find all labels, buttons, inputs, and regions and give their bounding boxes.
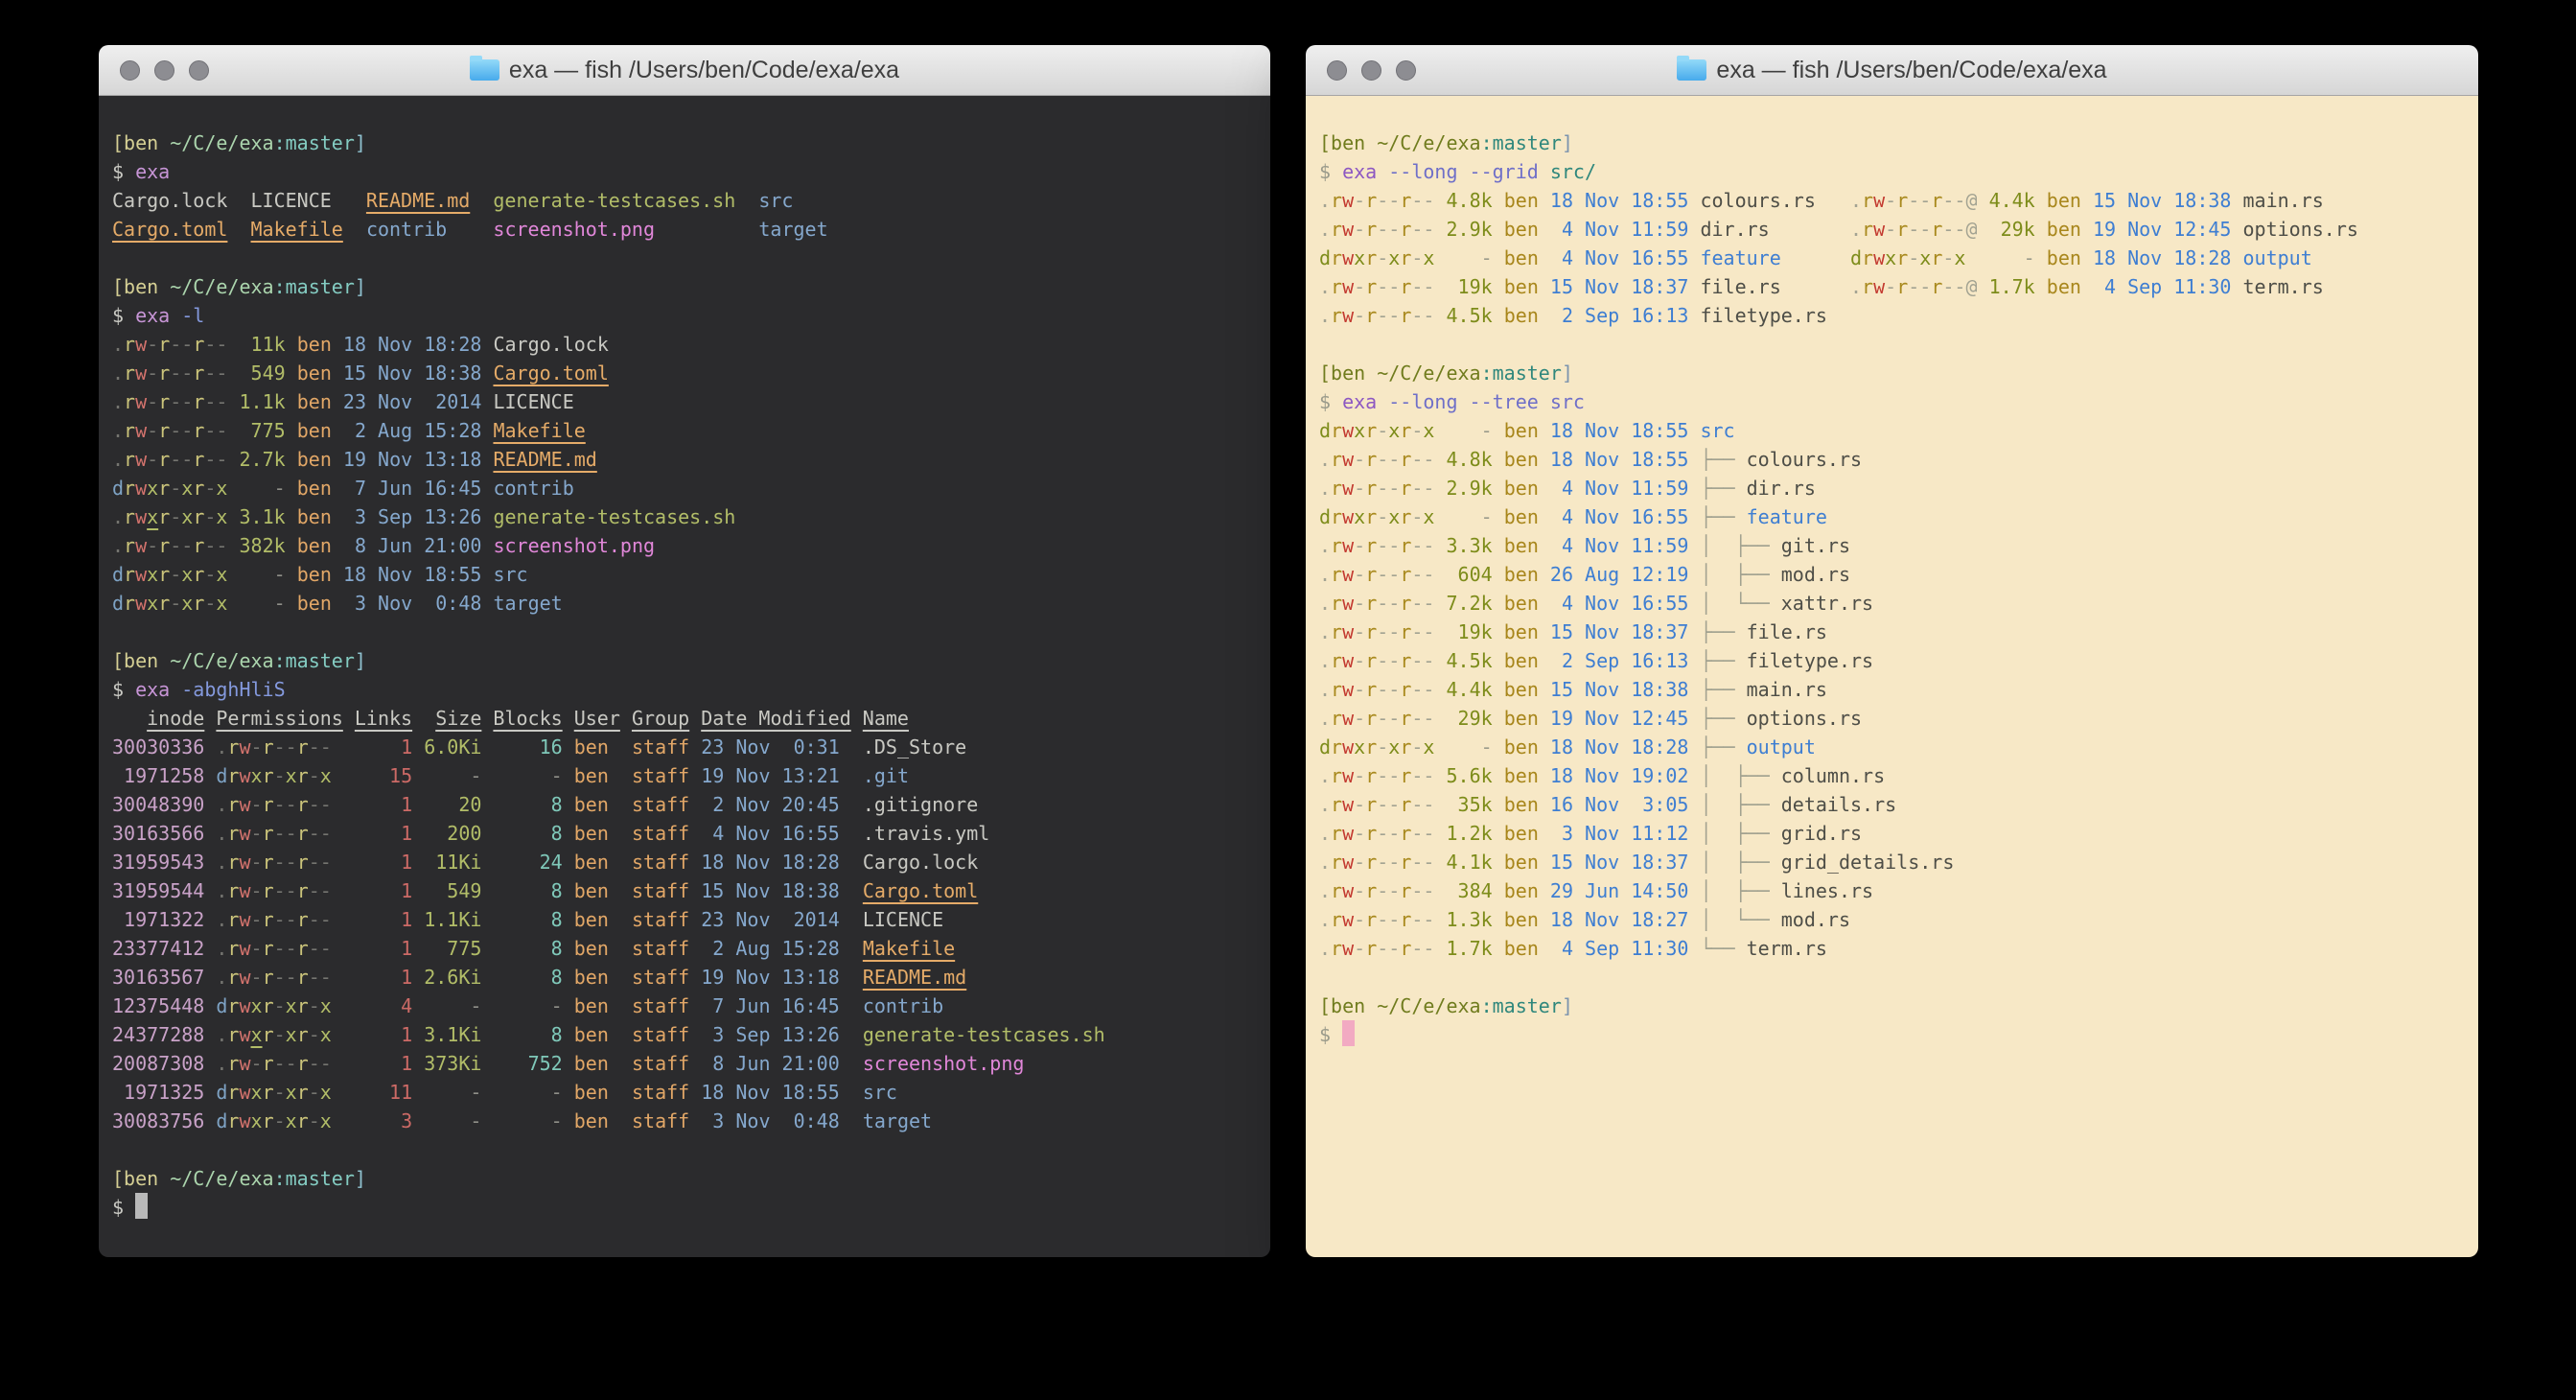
minimize-button[interactable] [1361,60,1381,81]
terminal-line: .rw-r--r-- 4.5k ben 2 Sep 16:13 ├── file… [1319,646,2478,675]
folder-icon [1677,59,1706,81]
terminal-line: .rw-r--r-- 4.1k ben 15 Nov 18:37 │ ├── g… [1319,848,2478,876]
folder-icon [470,59,499,81]
terminal-line: drwxr-xr-x - ben 3 Nov 0:48 target [112,589,1270,618]
terminal-window-dark: exa — fish /Users/ben/Code/exa/exa [ben … [99,45,1270,1257]
terminal-line: drwxr-xr-x - ben 18 Nov 18:28 ├── output [1319,733,2478,761]
terminal-line: .rw-r--r-- 4.5k ben 2 Sep 16:13 filetype… [1319,301,2478,330]
terminal-line: drwxr-xr-x - ben 4 Nov 16:55 ├── feature [1319,502,2478,531]
terminal-line: [ben ~/C/e/exa:master] [112,128,1270,157]
terminal-line: [ben ~/C/e/exa:master] [1319,128,2478,157]
terminal-line [1319,963,2478,992]
window-title: exa — fish /Users/ben/Code/exa/exa [509,57,899,84]
terminal-line: .rw-r--r-- 19k ben 15 Nov 18:37 ├── file… [1319,618,2478,646]
terminal-line: .rw-r--r-- 2.9k ben 4 Nov 11:59 ├── dir.… [1319,474,2478,502]
terminal-line: .rw-r--r-- 549 ben 15 Nov 18:38 Cargo.to… [112,359,1270,387]
terminal-line: .rw-r--r-- 775 ben 2 Aug 15:28 Makefile [112,416,1270,445]
terminal-line: 24377288 .rwxr-xr-x 1 3.1Ki 8 ben staff … [112,1020,1270,1049]
terminal-line: 23377412 .rw-r--r-- 1 775 8 ben staff 2 … [112,934,1270,963]
terminal-line: 30163566 .rw-r--r-- 1 200 8 ben staff 4 … [112,819,1270,848]
terminal-line: drwxr-xr-x - ben 18 Nov 18:55 src [112,560,1270,589]
terminal-line: .rw-r--r-- 35k ben 16 Nov 3:05 │ ├── det… [1319,790,2478,819]
terminal-line: 30030336 .rw-r--r-- 1 6.0Ki 16 ben staff… [112,733,1270,761]
terminal-line: 30048390 .rw-r--r-- 1 20 8 ben staff 2 N… [112,790,1270,819]
title-group: exa — fish /Users/ben/Code/exa/exa [1677,57,2106,84]
terminal-line: .rw-r--r-- 4.4k ben 15 Nov 18:38 ├── mai… [1319,675,2478,704]
zoom-button[interactable] [1396,60,1416,81]
terminal-line: drwxr-xr-x - ben 7 Jun 16:45 contrib [112,474,1270,502]
terminal-line: 31959543 .rw-r--r-- 1 11Ki 24 ben staff … [112,848,1270,876]
terminal-line: .rw-r--r-- 29k ben 19 Nov 12:45 ├── opti… [1319,704,2478,733]
terminal-line: $ exa [112,157,1270,186]
terminal-line: $ [1319,1020,2478,1049]
terminal-line: .rw-r--r-- 1.1k ben 23 Nov 2014 LICENCE [112,387,1270,416]
terminal-line: $ exa -abghHliS [112,675,1270,704]
terminal-line: .rw-r--r-- 1.2k ben 3 Nov 11:12 │ ├── gr… [1319,819,2478,848]
minimize-button[interactable] [154,60,174,81]
terminal-line: [ben ~/C/e/exa:master] [112,646,1270,675]
window-title: exa — fish /Users/ben/Code/exa/exa [1716,57,2106,84]
terminal-line: 30083756 drwxr-xr-x 3 - - ben staff 3 No… [112,1107,1270,1135]
terminal-output[interactable]: [ben ~/C/e/exa:master]$ exaCargo.lock LI… [99,96,1270,1257]
terminal-line: .rw-r--r-- 3.3k ben 4 Nov 11:59 │ ├── gi… [1319,531,2478,560]
terminal-line: .rw-r--r-- 5.6k ben 18 Nov 19:02 │ ├── c… [1319,761,2478,790]
terminal-line: .rw-r--r-- 382k ben 8 Jun 21:00 screensh… [112,531,1270,560]
terminal-line [112,244,1270,272]
terminal-line: $ [112,1193,1270,1222]
terminal-line: [ben ~/C/e/exa:master] [1319,992,2478,1020]
title-group: exa — fish /Users/ben/Code/exa/exa [470,57,899,84]
terminal-line: .rw-r--r-- 384 ben 29 Jun 14:50 │ ├── li… [1319,876,2478,905]
titlebar[interactable]: exa — fish /Users/ben/Code/exa/exa [1306,45,2478,96]
terminal-line: .rwxr-xr-x 3.1k ben 3 Sep 13:26 generate… [112,502,1270,531]
terminal-line [112,618,1270,646]
terminal-line: $ exa -l [112,301,1270,330]
terminal-line: .rw-r--r-- 11k ben 18 Nov 18:28 Cargo.lo… [112,330,1270,359]
terminal-line: 1971325 drwxr-xr-x 11 - - ben staff 18 N… [112,1078,1270,1107]
terminal-line: .rw-r--r-- 4.8k ben 18 Nov 18:55 ├── col… [1319,445,2478,474]
close-button[interactable] [1327,60,1347,81]
traffic-lights [120,45,209,95]
terminal-line: [ben ~/C/e/exa:master] [112,1164,1270,1193]
terminal-line: $ exa --long --tree src [1319,387,2478,416]
terminal-line: .rw-r--r-- 4.8k ben 18 Nov 18:55 colours… [1319,186,2478,215]
terminal-line [112,1135,1270,1164]
terminal-line: 31959544 .rw-r--r-- 1 549 8 ben staff 15… [112,876,1270,905]
terminal-line: .rw-r--r-- 1.3k ben 18 Nov 18:27 │ └── m… [1319,905,2478,934]
titlebar[interactable]: exa — fish /Users/ben/Code/exa/exa [99,45,1270,96]
terminal-line: Cargo.lock LICENCE README.md generate-te… [112,186,1270,215]
terminal-line: 1971258 drwxr-xr-x 15 - - ben staff 19 N… [112,761,1270,790]
terminal-line: inode Permissions Links Size Blocks User… [112,704,1270,733]
zoom-button[interactable] [189,60,209,81]
terminal-line: .rw-r--r-- 1.7k ben 4 Sep 11:30 └── term… [1319,934,2478,963]
traffic-lights [1327,45,1416,95]
cursor-block [1342,1020,1355,1046]
cursor-block [135,1193,148,1219]
terminal-line: .rw-r--r-- 19k ben 15 Nov 18:37 file.rs … [1319,272,2478,301]
terminal-line: .rw-r--r-- 7.2k ben 4 Nov 16:55 │ └── xa… [1319,589,2478,618]
terminal-line: .rw-r--r-- 2.7k ben 19 Nov 13:18 README.… [112,445,1270,474]
terminal-line: drwxr-xr-x - ben 18 Nov 18:55 src [1319,416,2478,445]
terminal-line: 1971322 .rw-r--r-- 1 1.1Ki 8 ben staff 2… [112,905,1270,934]
terminal-line: [ben ~/C/e/exa:master] [112,272,1270,301]
terminal-line: 12375448 drwxr-xr-x 4 - - ben staff 7 Ju… [112,992,1270,1020]
terminal-line: [ben ~/C/e/exa:master] [1319,359,2478,387]
terminal-window-light: exa — fish /Users/ben/Code/exa/exa [ben … [1306,45,2478,1257]
terminal-line: drwxr-xr-x - ben 4 Nov 16:55 feature drw… [1319,244,2478,272]
terminal-line: 30163567 .rw-r--r-- 1 2.6Ki 8 ben staff … [112,963,1270,992]
terminal-line: $ exa --long --grid src/ [1319,157,2478,186]
terminal-line [1319,330,2478,359]
terminal-output[interactable]: [ben ~/C/e/exa:master]$ exa --long --gri… [1306,96,2478,1257]
close-button[interactable] [120,60,140,81]
terminal-line: Cargo.toml Makefile contrib screenshot.p… [112,215,1270,244]
terminal-line: .rw-r--r-- 2.9k ben 4 Nov 11:59 dir.rs .… [1319,215,2478,244]
terminal-line: .rw-r--r-- 604 ben 26 Aug 12:19 │ ├── mo… [1319,560,2478,589]
terminal-line: 20087308 .rw-r--r-- 1 373Ki 752 ben staf… [112,1049,1270,1078]
